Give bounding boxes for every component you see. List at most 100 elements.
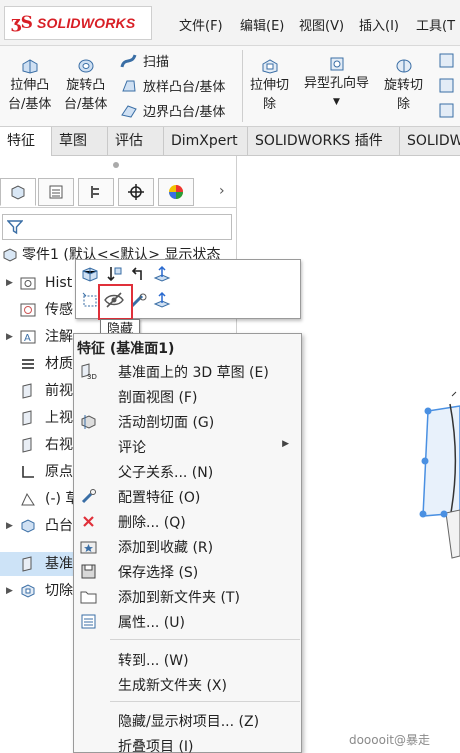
menu-item-3d-sketch-on-plane[interactable]: 3D 基准面上的 3D 草图 (E): [74, 359, 301, 384]
edit-feature-button[interactable]: [80, 264, 100, 284]
move-plane-icon: [153, 265, 171, 282]
tab-addins[interactable]: SOLIDWORKS 插件: [248, 127, 400, 156]
move-up-plane-button[interactable]: [152, 290, 172, 310]
menu-item-save-selection[interactable]: 保存选择 (S): [74, 559, 301, 584]
menu-item-configure-feature[interactable]: 配置特征 (O): [74, 484, 301, 509]
ds-logo-glyph: ʒS: [11, 13, 33, 33]
svg-text:3D: 3D: [87, 373, 97, 380]
menu-item-label: 属性... (U): [118, 615, 185, 631]
boundary-boss-label: 边界凸台/基体: [143, 105, 226, 120]
plane-icon: [22, 383, 32, 399]
menu-item-label: 折叠项目 (I): [118, 739, 194, 753]
menu-tools[interactable]: 工具(T: [416, 15, 455, 34]
plane-icon: [22, 556, 32, 572]
extrude-cut-button[interactable]: 拉伸切 除: [250, 58, 289, 114]
display-manager-tab[interactable]: [158, 178, 194, 206]
loft-button[interactable]: 放样凸台/基体: [120, 76, 225, 95]
hole-wizard-button[interactable]: 异型孔向导 ▼: [304, 56, 369, 112]
sketch-on-plane-button[interactable]: [80, 290, 100, 310]
normal-to-icon: [107, 267, 122, 282]
menu-item-comment[interactable]: 评论 ▶: [74, 434, 301, 459]
tab-solidworks-more[interactable]: SOLIDW: [400, 127, 460, 156]
rollback-button[interactable]: [128, 264, 148, 284]
normal-to-button[interactable]: [104, 264, 124, 284]
rollback-arrow-icon: [131, 267, 142, 280]
save-selection-icon: [81, 564, 96, 579]
expand-arrow-icon[interactable]: ▶: [6, 579, 13, 603]
tree-filter-box[interactable]: [2, 214, 232, 240]
extrude-boss-icon: [22, 59, 38, 74]
logo-text: SOLIDWORKS: [36, 15, 136, 31]
menu-item-create-new-folder[interactable]: 生成新文件夹 (X): [74, 672, 301, 697]
feature-manager-tab[interactable]: [0, 178, 36, 206]
favorite-icon: [80, 541, 97, 554]
menu-item-goto[interactable]: 转到... (W): [74, 647, 301, 672]
tab-features[interactable]: 特征: [0, 127, 52, 156]
hole-wizard-icon: [330, 57, 343, 71]
tab-evaluate[interactable]: 评估: [108, 127, 164, 156]
extrude-boss-label-1: 拉伸凸: [10, 78, 50, 93]
revolve-boss-label-2: 台/基体: [64, 97, 108, 112]
properties-icon: [81, 614, 96, 629]
expand-arrow-icon[interactable]: ▶: [6, 271, 13, 295]
sweep-button[interactable]: 扫描: [120, 51, 169, 70]
menu-item-label: 活动剖切面 (G): [118, 415, 215, 431]
sweep-label: 扫描: [143, 55, 170, 70]
dimxpert-manager-tab[interactable]: [118, 178, 154, 206]
manager-tabs: ›: [0, 176, 237, 208]
revolve-boss-button[interactable]: 旋转凸 台/基体: [64, 58, 107, 114]
menu-item-collapse-items[interactable]: 折叠项目 (I): [74, 733, 301, 753]
watermark: dooooit@暴走: [348, 733, 430, 747]
hole-wizard-label: 异型孔向导: [304, 76, 370, 91]
menu-item-label: 基准面上的 3D 草图 (E): [118, 365, 269, 381]
configuration-icon: [91, 186, 99, 198]
menu-item-parent-child[interactable]: 父子关系... (N): [74, 459, 301, 484]
menu-item-label: 保存选择 (S): [118, 565, 199, 581]
menu-item-add-to-new-folder[interactable]: 添加到新文件夹 (T): [74, 584, 301, 609]
tab-dimxpert[interactable]: DimXpert: [164, 127, 248, 156]
property-manager-tab[interactable]: [38, 178, 74, 206]
tree-item-label: 上视: [45, 410, 73, 426]
menu-item-properties[interactable]: 属性... (U): [74, 609, 301, 634]
move-plane-button[interactable]: [152, 264, 172, 284]
tree-item-datum-plane[interactable]: 基准: [0, 552, 73, 576]
extrude-boss-button[interactable]: 拉伸凸 台/基体: [8, 58, 51, 114]
feature-tree-icon: [11, 185, 25, 200]
context-menu: 特征 (基准面1) 3D 基准面上的 3D 草图 (E) 剖面视图 (F) 活动…: [73, 333, 302, 753]
solidworks-logo[interactable]: ʒS SOLIDWORKS: [4, 6, 152, 40]
plane-icon: [22, 437, 32, 453]
revolve-cut-button[interactable]: 旋转切 除: [384, 58, 423, 114]
configuration-manager-tab[interactable]: [78, 178, 114, 206]
menu-item-label: 评论: [118, 440, 146, 456]
menu-item-delete[interactable]: 删除... (Q): [74, 509, 301, 534]
3d-sketch-icon: 3D: [81, 363, 97, 380]
menu-item-add-favorite[interactable]: 添加到收藏 (R): [74, 534, 301, 559]
panel-grip-dot[interactable]: [113, 162, 119, 168]
expand-arrow-icon[interactable]: ▶: [6, 514, 13, 538]
section-plane-icon: [81, 415, 96, 429]
menu-item-live-section-plane[interactable]: 活动剖切面 (G): [74, 409, 301, 434]
menu-item-hide-show-tree-items[interactable]: 隐藏/显示树项目... (Z): [74, 708, 301, 733]
menu-view[interactable]: 视图(V): [299, 15, 344, 34]
menu-item-section-view[interactable]: 剖面视图 (F): [74, 384, 301, 409]
menu-file[interactable]: 文件(F): [179, 15, 223, 34]
crosshair-icon: [128, 184, 144, 200]
sensor-icon: [20, 303, 36, 317]
loft-label: 放样凸台/基体: [143, 80, 226, 95]
chevron-right-icon[interactable]: ›: [219, 183, 225, 199]
menu-edit[interactable]: 编辑(E): [240, 15, 284, 34]
menu-insert[interactable]: 插入(I): [359, 15, 399, 34]
command-ribbon: 拉伸凸 台/基体 旋转凸 台/基体 扫描 放样凸台/基体 边界凸台/基体 拉伸切…: [0, 46, 460, 126]
edit-feature-icon: [82, 267, 98, 282]
configure-icon: [81, 489, 96, 504]
hole-wizard-dropdown-icon[interactable]: ▼: [304, 93, 369, 112]
tab-sketch[interactable]: 草图: [52, 127, 108, 156]
tree-item-label: Hist: [45, 275, 73, 291]
boundary-boss-button[interactable]: 边界凸台/基体: [120, 101, 225, 120]
delete-icon: [83, 516, 94, 527]
expand-arrow-icon[interactable]: ▶: [6, 325, 13, 349]
more-tools-icon[interactable]: [438, 52, 456, 122]
context-toolbar: [75, 259, 301, 320]
tree-item-label: 原点: [45, 464, 73, 480]
property-list-icon: [49, 185, 63, 199]
